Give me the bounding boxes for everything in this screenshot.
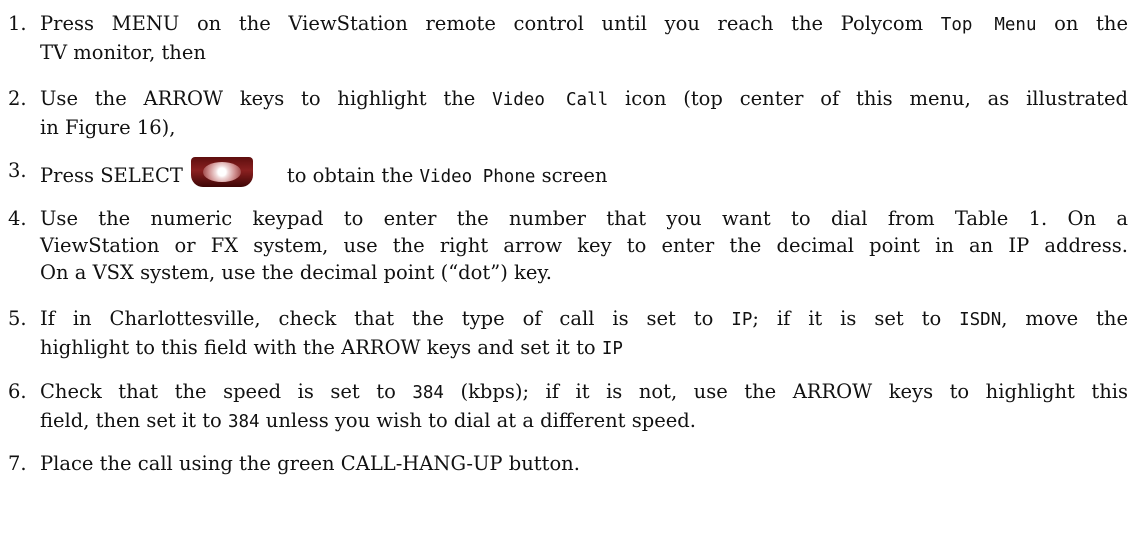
step-line: ViewStation or FX system, use the right … <box>40 234 1128 257</box>
select-button-icon <box>190 157 253 187</box>
step-number: 6. <box>8 380 27 403</box>
step-text: Press SELECT to obtain the Video Phone sc… <box>40 157 1128 191</box>
step-line: Use the ARROW keys to highlight the Vide… <box>40 87 1128 110</box>
step-line: field, then set it to 384 unless you wis… <box>40 409 696 432</box>
step-line: Press MENU on the ViewStation remote con… <box>40 12 1128 35</box>
step-line: Check that the speed is set to 384 (kbps… <box>40 380 1128 403</box>
code-text: 384 <box>227 412 260 432</box>
step-text: Use the ARROW keys to highlight the Vide… <box>40 85 1128 141</box>
step-line: On a VSX system, use the decimal point (… <box>40 261 552 284</box>
step-number: 7. <box>8 452 27 475</box>
code-text: IP <box>601 339 623 359</box>
step-text: Place the call using the green CALL-HANG… <box>40 450 1128 477</box>
step-line: Use the numeric keypad to enter the numb… <box>40 207 1128 230</box>
step-number: 3. <box>8 159 27 182</box>
step-text: Check that the speed is set to 384 (kbps… <box>40 378 1128 436</box>
code-text: ISDN <box>959 310 1002 330</box>
step-line: TV monitor, then <box>40 41 206 64</box>
step-line: highlight to this field with the ARROW k… <box>40 336 623 359</box>
code-text: Video Phone <box>419 167 536 187</box>
step-number: 2. <box>8 87 27 110</box>
step-line: If in Charlottesville, check that the ty… <box>40 307 1128 330</box>
step-number: 4. <box>8 207 27 230</box>
code-text: 384 <box>412 383 444 403</box>
step-number: 1. <box>8 12 27 35</box>
step-text: If in Charlottesville, check that the ty… <box>40 305 1128 363</box>
step-line: in Figure 16), <box>40 116 176 139</box>
step-line: Press SELECT to obtain the Video Phone sc… <box>40 157 1128 191</box>
code-text: Top Menu <box>940 15 1037 35</box>
code-text: Video Call <box>492 90 609 110</box>
step-line: Place the call using the green CALL-HANG… <box>40 452 580 475</box>
instruction-page: 1. Press MENU on the ViewStation remote … <box>0 0 1136 540</box>
step-number: 5. <box>8 307 27 330</box>
step-text: Press MENU on the ViewStation remote con… <box>40 10 1128 66</box>
code-text: IP <box>731 310 753 330</box>
step-text: Use the numeric keypad to enter the numb… <box>40 205 1128 286</box>
select-button-center <box>202 162 241 182</box>
